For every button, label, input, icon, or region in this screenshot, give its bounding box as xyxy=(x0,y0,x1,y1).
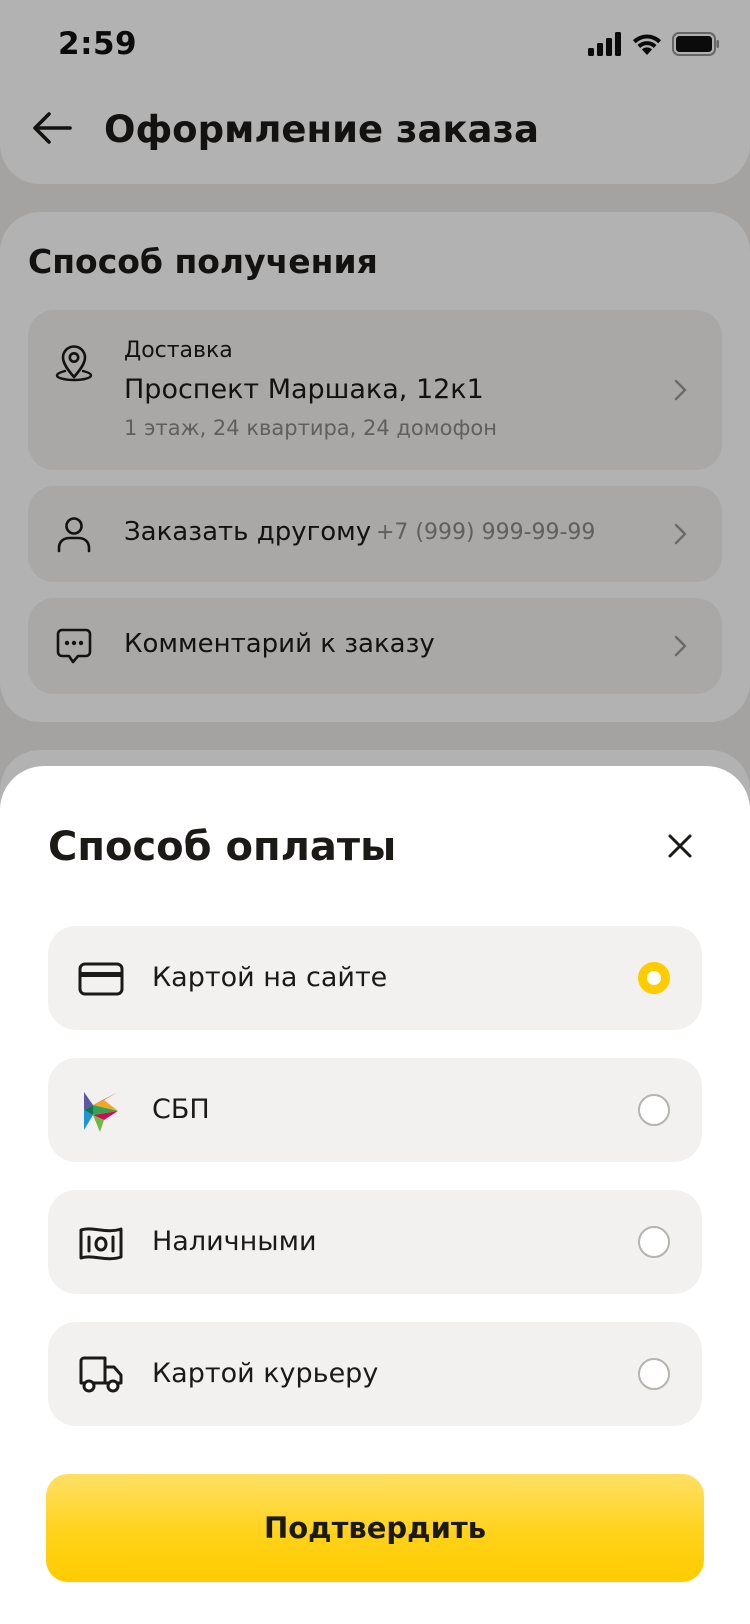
payment-option-label: Картой на сайте xyxy=(152,962,388,993)
radio-selected[interactable] xyxy=(638,962,670,994)
payment-option-label: Картой курьеру xyxy=(152,1358,379,1389)
payment-option-card-online[interactable]: Картой на сайте xyxy=(48,926,702,1030)
close-icon xyxy=(666,832,694,864)
close-button[interactable] xyxy=(654,822,706,874)
payment-option-card-courier[interactable]: Картой курьеру xyxy=(48,1322,702,1426)
cash-icon xyxy=(78,1220,124,1266)
confirm-button[interactable]: Подтвердить xyxy=(46,1474,704,1582)
radio-unselected[interactable] xyxy=(638,1226,670,1258)
payment-option-label: Наличными xyxy=(152,1226,317,1257)
sheet-title: Способ оплаты xyxy=(48,824,397,870)
payment-option-cash[interactable]: Наличными xyxy=(48,1190,702,1294)
sbp-logo-icon xyxy=(78,1088,124,1134)
payment-option-sbp[interactable]: СБП xyxy=(48,1058,702,1162)
credit-card-icon xyxy=(78,956,124,1002)
radio-unselected[interactable] xyxy=(638,1358,670,1390)
payment-option-label: СБП xyxy=(152,1094,210,1125)
radio-unselected[interactable] xyxy=(638,1094,670,1126)
payment-method-sheet: Способ оплаты Картой на сайте СБП Наличн… xyxy=(0,766,750,1624)
delivery-truck-icon xyxy=(78,1352,124,1398)
